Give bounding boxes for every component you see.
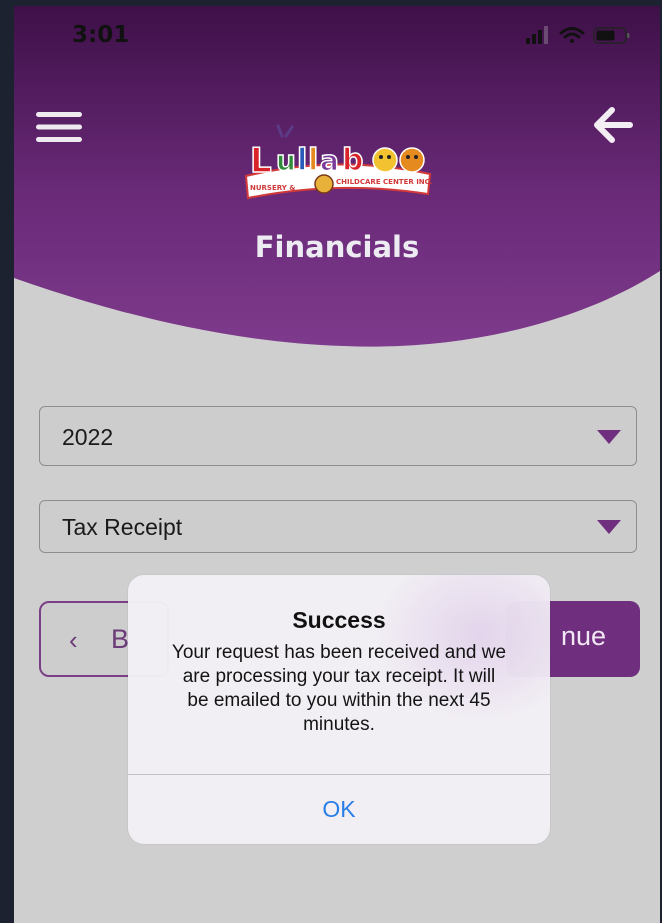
chevron-left-icon: ‹	[69, 625, 78, 655]
alert-message-line: are processing your tax receipt. It will	[182, 666, 496, 687]
svg-text:a: a	[320, 144, 339, 177]
svg-text:b: b	[342, 143, 363, 178]
alert-message-line: minutes.	[303, 714, 375, 735]
wifi-icon	[559, 27, 585, 43]
back-button-label: B	[111, 624, 130, 654]
svg-text:l: l	[297, 143, 307, 178]
year-select[interactable]: 2022	[39, 406, 637, 466]
signal-icon	[526, 26, 548, 44]
lullaboo-logo: NURSERY & CHILDCARE CENTER INC. L u l l …	[244, 124, 432, 200]
status-icons	[526, 26, 630, 44]
page-title: Financials	[254, 230, 420, 264]
battery-icon	[593, 27, 630, 44]
arrow-left-icon[interactable]	[590, 102, 636, 148]
continue-button-label: nue	[560, 621, 606, 651]
svg-text:NURSERY &: NURSERY &	[250, 184, 295, 192]
alert-message: Your request has been received and we ar…	[146, 641, 532, 737]
svg-text:u: u	[276, 144, 296, 177]
alert-message-line: be emailed to you within the next 45	[187, 690, 491, 711]
caret-down-icon	[597, 430, 621, 444]
document-type-select-value: Tax Receipt	[62, 514, 183, 540]
year-select-value: 2022	[62, 424, 114, 450]
menu-icon[interactable]	[36, 110, 82, 144]
caret-down-icon	[597, 520, 621, 534]
svg-text:l: l	[308, 143, 318, 178]
app-screen: 3:01 NURSERY & CHILDCARE CENTER INC. L u…	[14, 6, 660, 923]
alert-title: Success	[292, 607, 386, 633]
svg-text:CHILDCARE CENTER INC.: CHILDCARE CENTER INC.	[336, 178, 432, 186]
status-time: 3:01	[72, 22, 130, 48]
alert-ok-button[interactable]: OK	[128, 775, 550, 844]
svg-text:L: L	[250, 141, 272, 181]
alert-message-line: Your request has been received and we	[171, 642, 507, 663]
document-type-select[interactable]: Tax Receipt	[39, 500, 637, 553]
success-alert-dialog: Success Your request has been received a…	[128, 575, 550, 844]
